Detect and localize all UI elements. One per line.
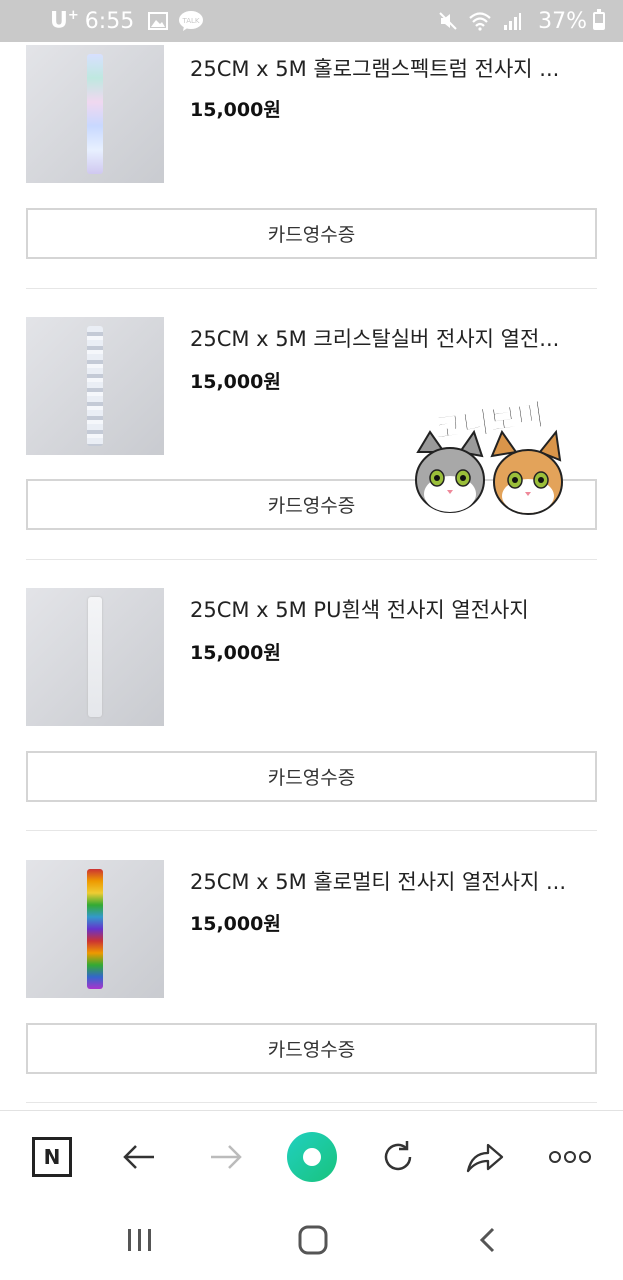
more-icon[interactable] <box>548 1135 592 1179</box>
naver-home-icon[interactable]: N <box>30 1135 74 1179</box>
green-dot-icon[interactable] <box>286 1131 338 1183</box>
product-title[interactable]: 25CM x 5M PU흰색 전사지 열전사지 <box>190 594 597 624</box>
card-receipt-button[interactable]: 카드영수증 <box>26 751 597 802</box>
system-nav-bar <box>0 1202 623 1280</box>
product-thumbnail[interactable] <box>26 588 164 726</box>
clock: 6:55 <box>84 8 135 34</box>
card-receipt-button[interactable]: 카드영수증 <box>26 208 597 259</box>
cat-sticker-logo: 코니보미 <box>415 397 563 515</box>
forward-arrow-icon[interactable] <box>204 1135 248 1179</box>
product-title[interactable]: 25CM x 5M 홀로멀티 전사지 열전사지 ... <box>190 866 597 896</box>
product-thumbnail[interactable] <box>26 860 164 998</box>
gallery-icon <box>148 12 169 30</box>
product-price: 15,000원 <box>190 642 281 664</box>
product-price: 15,000원 <box>190 99 281 121</box>
product-title[interactable]: 25CM x 5M 홀로그램스펙트럼 전사지 ... <box>190 53 597 83</box>
card-receipt-button[interactable]: 카드영수증 <box>26 1023 597 1074</box>
divider <box>26 288 597 289</box>
signal-icon <box>502 11 522 31</box>
home-icon[interactable] <box>288 1218 338 1262</box>
refresh-icon[interactable] <box>376 1135 420 1179</box>
battery-icon <box>593 9 605 30</box>
product-thumbnail[interactable] <box>26 317 164 455</box>
svg-text:코니보미: 코니보미 <box>433 398 547 448</box>
carrier-label: U+ <box>50 8 79 34</box>
divider <box>26 559 597 560</box>
talk-icon: TALK <box>178 10 204 32</box>
system-back-icon[interactable] <box>463 1218 513 1262</box>
product-thumbnail[interactable] <box>26 45 164 183</box>
divider <box>26 830 597 831</box>
wifi-icon <box>468 11 492 31</box>
product-price: 15,000원 <box>190 371 281 393</box>
battery-percent: 37% <box>538 8 587 34</box>
svg-text:TALK: TALK <box>182 17 200 25</box>
share-icon[interactable] <box>463 1135 507 1179</box>
product-title[interactable]: 25CM x 5M 크리스탈실버 전사지 열전... <box>190 323 597 353</box>
status-bar: U+ 6:55 TALK 37% <box>0 0 623 42</box>
recent-apps-icon[interactable] <box>115 1218 165 1262</box>
product-price: 15,000원 <box>190 913 281 935</box>
divider <box>26 1102 597 1103</box>
browser-toolbar: N <box>0 1110 623 1202</box>
mute-icon <box>438 11 458 31</box>
back-arrow-icon[interactable] <box>117 1135 161 1179</box>
